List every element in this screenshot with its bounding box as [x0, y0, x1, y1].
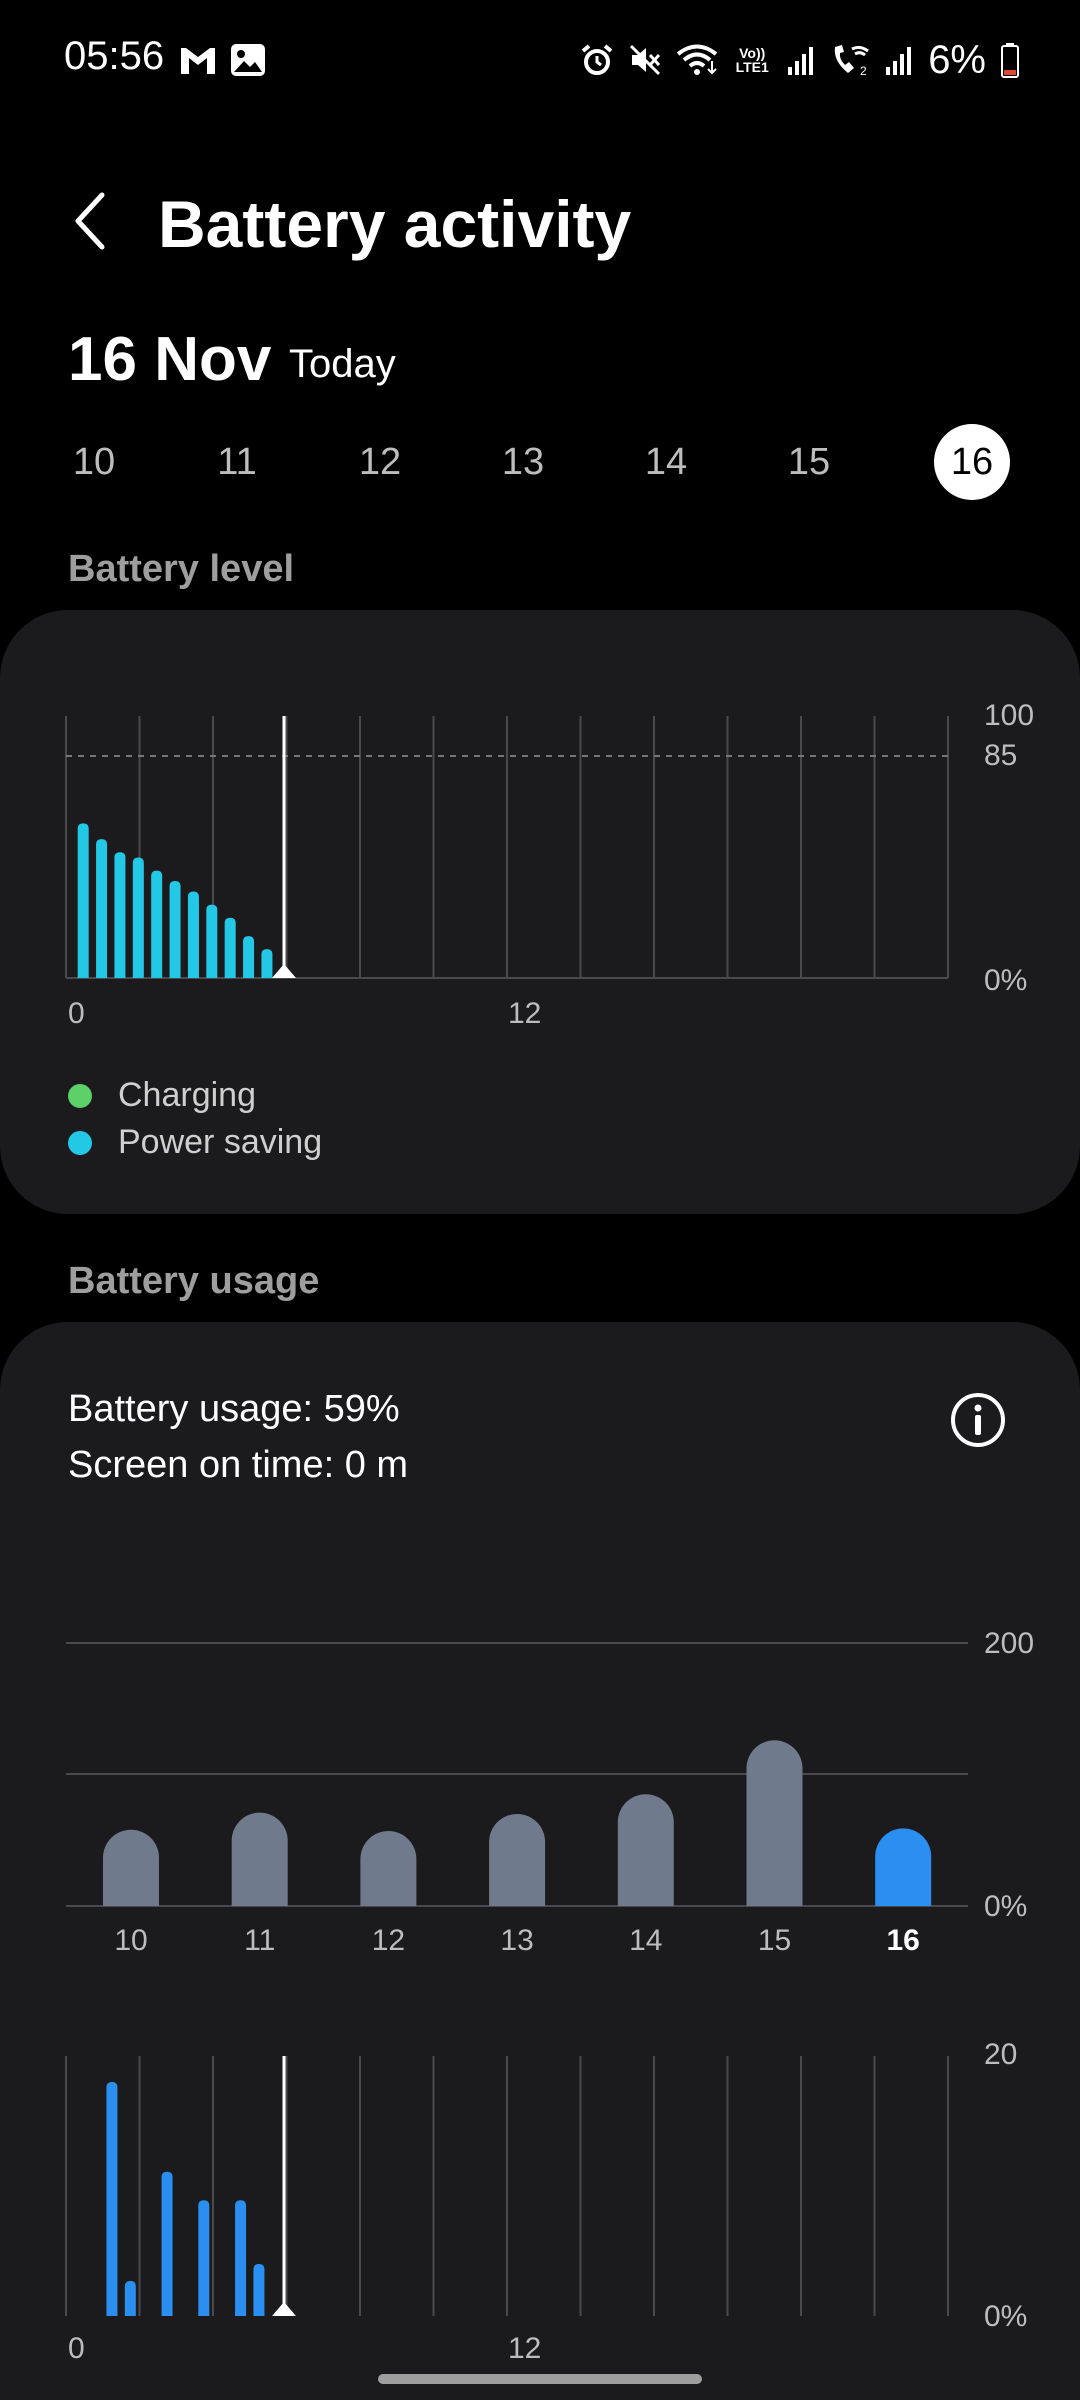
day-item[interactable]: 11 [199, 424, 275, 500]
hourly-usage-bar [161, 2171, 173, 2316]
x-tick-12: 12 [508, 2332, 541, 2360]
day-item[interactable]: 10 [56, 424, 132, 500]
hourly-usage-bar [235, 2200, 247, 2316]
day-item[interactable]: 14 [628, 424, 704, 500]
day-axis-label: 13 [500, 1924, 533, 1957]
x-tick-12: 12 [508, 997, 541, 1030]
day-axis-label: 12 [372, 1924, 405, 1957]
daily-usage-bar [231, 1812, 288, 1906]
daily-usage-chart: 10 11 12 13 14 15 16 200 0% [66, 1627, 1034, 1957]
daily-usage-bar [875, 1828, 932, 1906]
day-axis-label: 11 [244, 1924, 275, 1957]
gallery-icon [228, 40, 268, 85]
legend-dot-power-saving [68, 1130, 92, 1155]
date-subtitle: Today [289, 342, 396, 386]
daily-usage-bar [103, 1829, 159, 1906]
battery-usage-percent: Battery usage: 59% [68, 1388, 400, 1430]
battery-level-chart: 100 85 0% 0 12 [65, 699, 1034, 1030]
battery-percent: 6% [928, 37, 986, 82]
y-tick-100: 100 [984, 699, 1034, 732]
y-tick-0: 0% [984, 2300, 1027, 2333]
day-axis-label: 15 [758, 1924, 791, 1957]
day-axis-label: 16 [887, 1924, 920, 1957]
daily-usage-bar [617, 1794, 674, 1906]
x-tick-0: 0 [68, 2332, 85, 2360]
y-tick-200: 200 [984, 1627, 1034, 1660]
battery-level-bar [243, 936, 255, 978]
hourly-usage-bar [198, 2200, 210, 2316]
signal-2-icon [884, 43, 914, 77]
current-time-marker-icon [272, 964, 296, 978]
battery-level-bar [114, 852, 126, 978]
svg-text:2: 2 [860, 64, 867, 77]
battery-icon [1000, 42, 1020, 78]
signal-icon [786, 43, 816, 77]
gmail-icon [178, 40, 218, 85]
legend-label: Power saving [118, 1123, 323, 1161]
legend-dot-charging [68, 1083, 92, 1108]
hourly-usage-bar [253, 2264, 265, 2316]
chevron-left-icon [70, 191, 110, 256]
screen-on-time: Screen on time: 0 m [68, 1444, 409, 1486]
legend-charging: Charging [68, 1076, 256, 1115]
alarm-icon [580, 43, 614, 77]
battery-level-bar [169, 881, 181, 978]
battery-usage-label: Battery usage [68, 1260, 320, 1302]
battery-level-bar [96, 839, 108, 978]
info-icon [948, 1393, 1008, 1454]
day-item[interactable]: 13 [485, 424, 561, 500]
current-time-marker-icon [272, 2302, 296, 2316]
battery-level-bar [151, 870, 163, 978]
day-item[interactable]: 12 [342, 424, 418, 500]
x-tick-0: 0 [68, 997, 85, 1030]
day-item[interactable]: 15 [771, 424, 847, 500]
y-tick-20: 20 [984, 2040, 1017, 2071]
volte-lte1-icon: Vo)) LTE1 [735, 45, 769, 75]
daily-usage-bar [489, 1813, 546, 1906]
date-title: 16 Nov [68, 325, 272, 394]
battery-level-label: Battery level [68, 548, 295, 590]
page-title: Battery activity [158, 187, 632, 261]
battery-level-bar [261, 949, 273, 978]
hourly-usage-chart: 20 0% 0 12 [65, 2040, 1027, 2360]
hourly-usage-bar [106, 2082, 118, 2316]
system-status-icons: Vo)) LTE1 2 6% [560, 38, 1020, 82]
day-axis-label: 10 [114, 1924, 147, 1957]
y-tick-85: 85 [984, 739, 1017, 772]
day-selector: 10 11 12 13 14 15 16 [56, 424, 1036, 500]
status-time: 05:56 [64, 34, 165, 78]
battery-level-bar [206, 904, 218, 978]
battery-level-bar [77, 823, 89, 978]
wifi-calling-icon: 2 [830, 43, 870, 77]
battery-level-bar [224, 917, 236, 978]
info-button[interactable] [948, 1390, 1008, 1450]
legend-label: Charging [118, 1076, 256, 1114]
y-tick-0: 0% [984, 1890, 1027, 1923]
day-axis-label: 14 [629, 1924, 662, 1957]
wifi-icon [676, 43, 718, 77]
legend-power-saving: Power saving [68, 1123, 322, 1162]
back-button[interactable] [60, 188, 120, 258]
hourly-usage-bar [124, 2280, 136, 2316]
daily-usage-bar [360, 1831, 417, 1906]
mute-icon [628, 43, 662, 77]
battery-level-bar [187, 891, 199, 978]
day-item-selected[interactable]: 16 [934, 424, 1010, 500]
daily-usage-bar [746, 1740, 803, 1906]
home-indicator[interactable] [378, 2374, 702, 2384]
y-tick-0: 0% [984, 964, 1027, 997]
battery-level-bar [132, 857, 144, 978]
